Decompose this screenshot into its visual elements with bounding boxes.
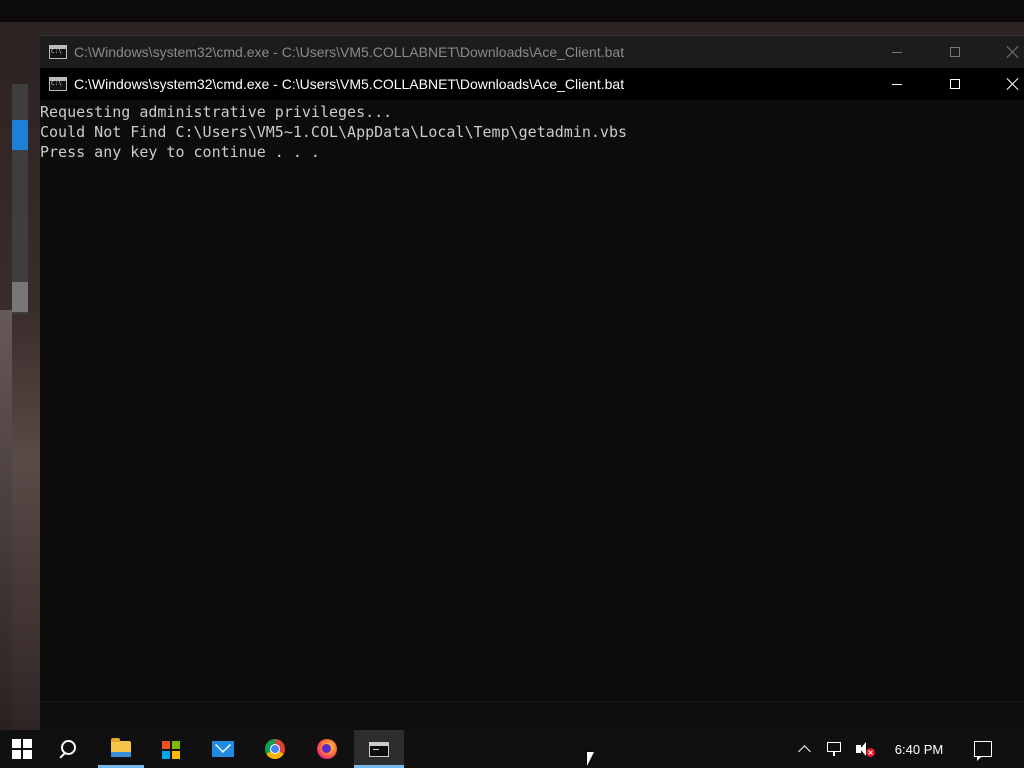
maximize-icon	[950, 79, 960, 89]
taskbar-firefox[interactable]	[302, 730, 352, 768]
desktop-top-strip	[0, 0, 1024, 22]
close-button[interactable]	[990, 68, 1024, 100]
chrome-icon	[265, 739, 285, 759]
taskbar-chrome[interactable]	[250, 730, 300, 768]
cmd-icon	[49, 45, 67, 59]
cmd-icon	[49, 77, 67, 91]
mail-icon	[212, 741, 234, 757]
console-line: Could Not Find C:\Users\VM5~1.COL\AppDat…	[40, 123, 627, 141]
maximize-button[interactable]	[932, 68, 978, 100]
cmd-window[interactable]: C:\Windows\system32\cmd.exe - C:\Users\V…	[40, 68, 1024, 730]
start-button[interactable]	[0, 730, 44, 768]
folder-icon	[111, 738, 131, 757]
volume-button[interactable]: ×	[850, 730, 880, 768]
background-window-titlebar[interactable]: C:\Windows\system32\cmd.exe - C:\Users\V…	[40, 36, 1024, 68]
mouse-cursor-icon	[587, 752, 594, 766]
taskbar-command-prompt[interactable]	[354, 730, 404, 768]
firefox-icon	[317, 739, 337, 759]
background-close-button[interactable]	[990, 36, 1024, 68]
background-app-edge	[12, 84, 28, 314]
store-icon	[162, 739, 180, 759]
minimize-icon	[892, 51, 902, 53]
minimize-button[interactable]	[874, 68, 920, 100]
close-icon	[1007, 46, 1019, 58]
search-icon	[58, 740, 76, 758]
network-icon	[825, 742, 843, 756]
background-app-accent	[12, 120, 28, 150]
action-center-icon	[974, 741, 992, 761]
taskbar-file-explorer[interactable]	[96, 730, 146, 768]
show-hidden-icons-button[interactable]	[790, 730, 818, 768]
volume-muted-icon: ×	[855, 741, 875, 757]
cmd-icon	[369, 741, 389, 757]
desktop: C:\Windows\system32\cmd.exe - C:\Users\V…	[0, 0, 1024, 768]
window-title: C:\Windows\system32\cmd.exe - C:\Users\V…	[74, 76, 625, 92]
taskbar: × 6:40 PM	[0, 730, 1024, 768]
windows-logo-icon	[12, 739, 32, 759]
horizontal-scrollbar[interactable]	[40, 701, 1024, 730]
background-minimize-button[interactable]	[874, 36, 920, 68]
maximize-icon	[950, 47, 960, 57]
close-icon	[1007, 78, 1019, 90]
background-maximize-button[interactable]	[932, 36, 978, 68]
window-titlebar[interactable]: C:\Windows\system32\cmd.exe - C:\Users\V…	[40, 68, 1024, 100]
background-app-scroll	[12, 282, 28, 312]
console-output[interactable]: Requesting administrative privileges... …	[40, 102, 1024, 702]
search-button[interactable]	[44, 730, 90, 768]
minimize-icon	[892, 83, 902, 85]
console-line: Requesting administrative privileges...	[40, 103, 393, 121]
console-line: Press any key to continue . . .	[40, 143, 320, 161]
background-window-title: C:\Windows\system32\cmd.exe - C:\Users\V…	[74, 44, 625, 60]
desktop-wallpaper-strip	[0, 310, 12, 730]
taskbar-clock[interactable]: 6:40 PM	[880, 730, 958, 768]
chevron-up-icon	[798, 743, 810, 755]
taskbar-microsoft-store[interactable]	[146, 730, 196, 768]
background-cmd-window[interactable]: C:\Windows\system32\cmd.exe - C:\Users\V…	[40, 35, 1024, 70]
taskbar-mail[interactable]	[198, 730, 248, 768]
network-button[interactable]	[820, 730, 848, 768]
mute-badge-icon: ×	[866, 748, 875, 757]
action-center-button[interactable]	[960, 730, 1006, 768]
